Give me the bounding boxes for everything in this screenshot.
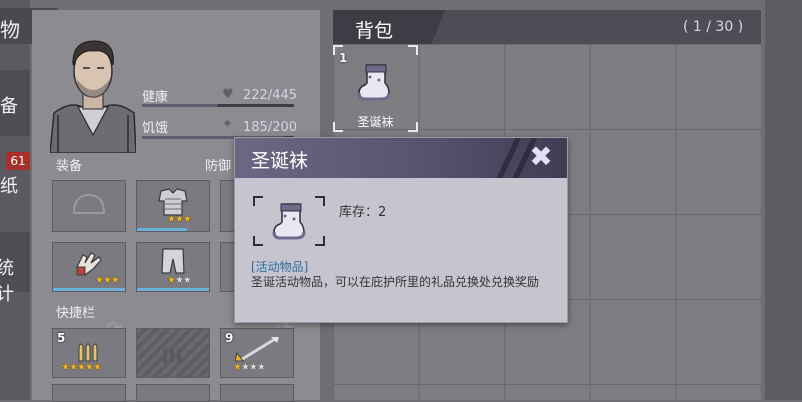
quick-slot-6[interactable]: [220, 384, 294, 402]
notification-badge: 61: [6, 152, 30, 170]
backpack-title: 背包: [355, 20, 394, 42]
tooltip-item-frame: [253, 196, 325, 246]
tab-stats[interactable]: 统计: [0, 232, 30, 305]
quick-slot-1-stars: ★★★★★: [61, 362, 102, 373]
hunger-label: 饥饿: [142, 121, 169, 136]
backpack-slot-1[interactable]: 1 圣诞袜: [333, 45, 418, 132]
equip-body-stars: ★★★: [167, 214, 192, 225]
backpack-capacity: ( 1 / 30 ): [683, 19, 744, 35]
quick-slot-3-count: 9: [225, 331, 234, 345]
tooltip-description: 圣诞活动物品，可以在庇护所里的礼品兑换处兑换奖励: [251, 275, 540, 289]
tooltip-tag: [活动物品]: [251, 260, 309, 274]
quick-slot-4[interactable]: [52, 384, 126, 402]
backpack-item-name: 圣诞袜: [357, 115, 394, 129]
tooltip-stock: 库存：2: [339, 205, 387, 220]
left-menu: [0, 0, 30, 400]
bullets-icon: [78, 343, 98, 362]
helmet-icon: [72, 193, 106, 214]
tooltip-title: 圣诞袜: [251, 150, 309, 172]
drumstick-icon: ✦: [222, 117, 233, 132]
defense-label: 防御: [205, 159, 232, 174]
heart-icon: ♥: [222, 87, 234, 102]
equip-slot-head[interactable]: [52, 180, 126, 232]
quick-slot-2[interactable]: [136, 328, 210, 378]
tab-equipment[interactable]: 备: [0, 70, 30, 136]
backpack-item-count: 1: [339, 51, 348, 65]
equip-legs-durability: [137, 288, 209, 291]
armor-vest-icon: [158, 188, 188, 216]
quick-slot-3[interactable]: 9 ★★★★: [220, 328, 294, 378]
equip-body-durability: [137, 228, 188, 231]
quick-slot-3-stars: ★★★★: [233, 362, 266, 373]
equip-slot-hands[interactable]: ★★★: [52, 242, 126, 292]
bullets-icon: [163, 348, 181, 363]
left-title: 物: [0, 18, 20, 42]
health-value: 222/445: [243, 88, 298, 103]
health-label: 健康: [142, 90, 169, 105]
character-portrait: [50, 40, 136, 153]
gloves-icon: [76, 252, 102, 276]
item-tooltip: 圣诞袜 ✖ 库存：2 [活动物品] 圣诞活动物品，可以在庇护所里的礼品兑换处兑换…: [234, 137, 568, 323]
right-edge-panel: [765, 0, 802, 400]
health-bar-fill: [142, 104, 218, 107]
health-bar: [142, 104, 294, 107]
christmas-stocking-icon: [272, 203, 306, 240]
quick-slot-1[interactable]: 5 ★★★★★: [52, 328, 126, 378]
christmas-stocking-icon: [357, 64, 391, 101]
spear-icon: [235, 337, 279, 363]
close-icon[interactable]: ✖: [520, 140, 562, 174]
tab-stats-label: 统计: [0, 258, 14, 305]
quickbar-label: 快捷栏: [56, 306, 96, 321]
equip-legs-stars: ★★★: [167, 275, 192, 286]
quick-slot-5[interactable]: [136, 384, 210, 402]
equip-hands-durability: [53, 288, 125, 291]
tab-blueprint-label[interactable]: 纸: [0, 172, 18, 198]
equip-hands-stars: ★★★: [95, 275, 120, 286]
equip-slot-legs[interactable]: ★★★: [136, 242, 210, 292]
pants-icon: [161, 248, 185, 274]
equipment-label: 装备: [56, 159, 83, 174]
tab-equipment-label: 备: [0, 96, 18, 117]
quick-slot-1-count: 5: [57, 331, 66, 345]
equip-slot-body[interactable]: ★★★: [136, 180, 210, 232]
hunger-value: 185/200: [243, 120, 298, 135]
